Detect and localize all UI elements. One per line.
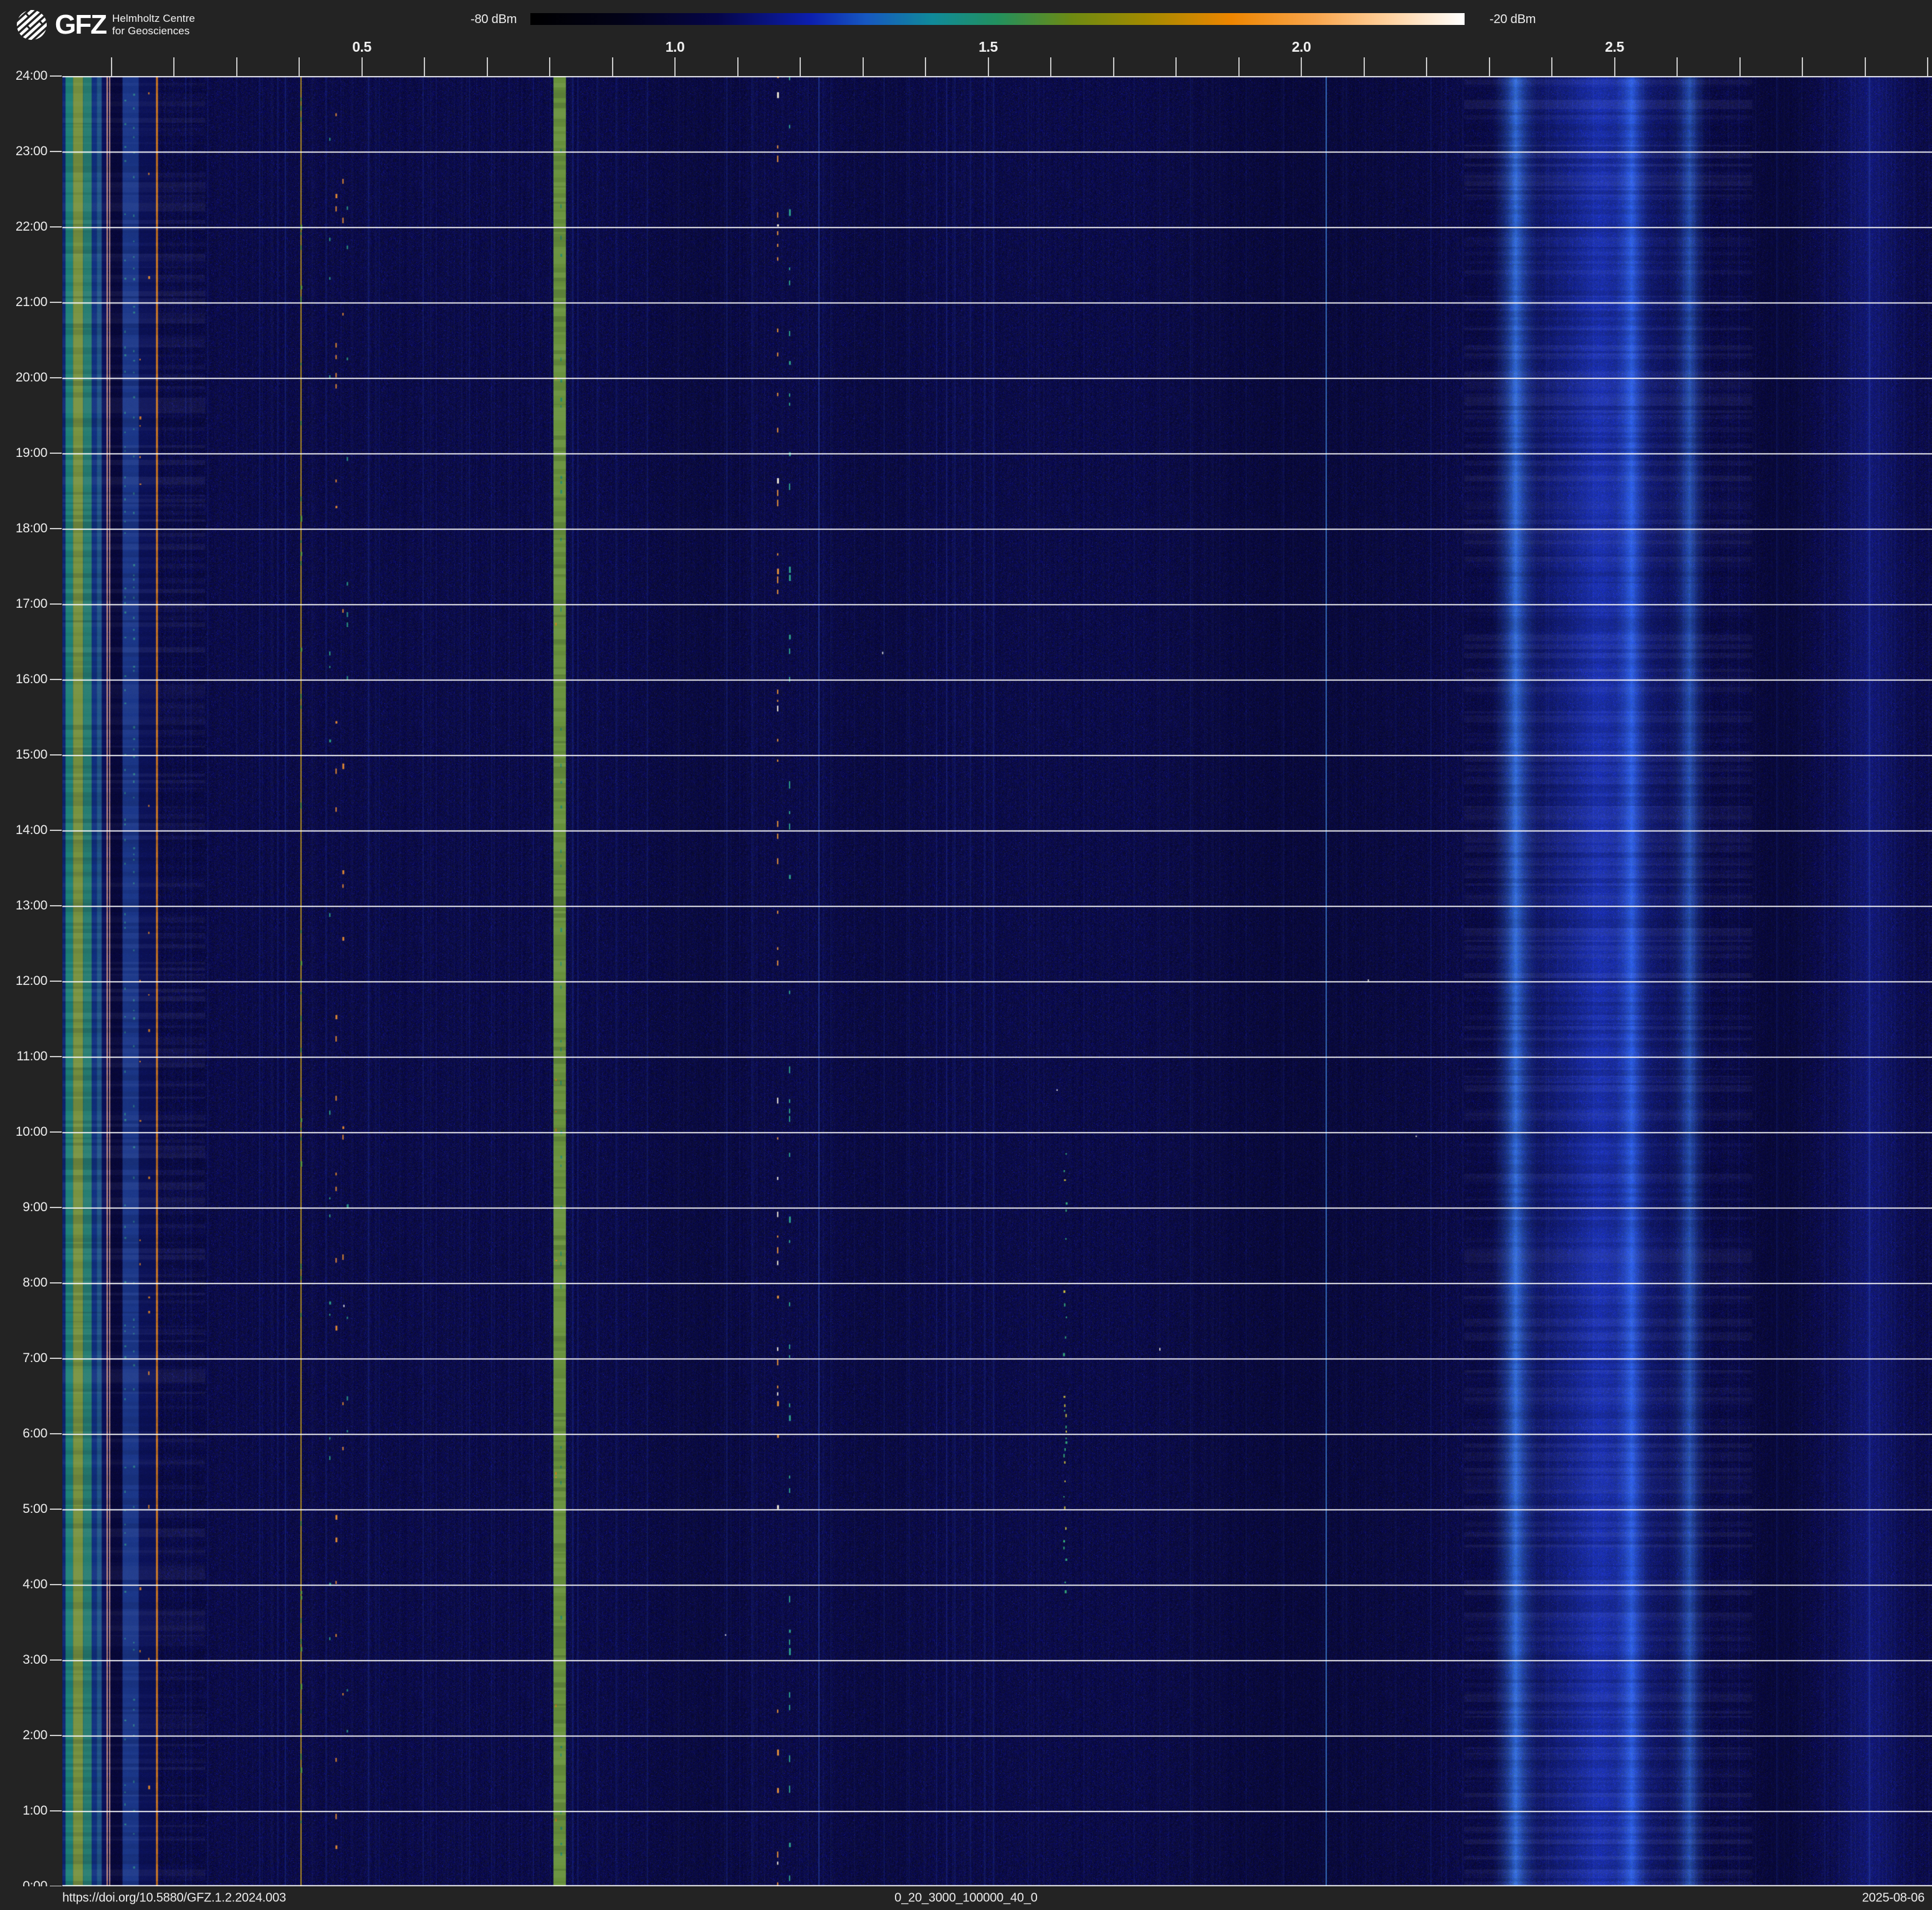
spectrogram-page: GFZ Helmholtz Centre for Geosciences -80… [0, 0, 1932, 1910]
time-tick-label: 4:00 [2, 1577, 47, 1592]
freq-minor-tick [1175, 57, 1177, 76]
dataset-id: 0_20_3000_100000_40_0 [894, 1891, 1037, 1906]
time-tick [50, 603, 62, 605]
time-tick-label: 23:00 [2, 144, 47, 159]
time-tick-label: 10:00 [2, 1125, 47, 1140]
colorbar-gradient [530, 13, 1465, 25]
logo-subtitle-line2: for Geosciences [112, 25, 189, 37]
time-tick-label: 9:00 [2, 1200, 47, 1215]
time-tick-label: 12:00 [2, 974, 47, 989]
freq-minor-tick [800, 57, 801, 76]
freq-minor-tick [925, 57, 926, 76]
logo-subtitle-line1: Helmholtz Centre [112, 12, 195, 24]
time-tick-label: 2:00 [2, 1728, 47, 1743]
time-tick-label: 18:00 [2, 521, 47, 536]
freq-tick-label: 0.5 [352, 39, 371, 55]
time-tick [50, 1810, 62, 1812]
time-tick [50, 151, 62, 152]
freq-minor-tick [1927, 57, 1928, 76]
time-tick-label: 19:00 [2, 446, 47, 461]
freq-minor-tick [1614, 57, 1615, 76]
freq-tick-label: 1.5 [978, 39, 997, 55]
freq-minor-tick [299, 57, 300, 76]
time-tick-label: 8:00 [2, 1275, 47, 1290]
time-tick [50, 981, 62, 982]
freq-minor-tick [173, 57, 175, 76]
time-tick [50, 679, 62, 680]
freq-minor-tick [1551, 57, 1552, 76]
colorbar-min-label: -80 dBm [471, 12, 517, 27]
time-tick [50, 1659, 62, 1661]
time-tick-label: 17:00 [2, 597, 47, 612]
spectrogram-canvas[interactable] [62, 76, 1932, 1886]
freq-minor-tick [612, 57, 613, 76]
time-tick [50, 377, 62, 378]
logo-org-text: GFZ [55, 11, 106, 39]
time-tick-label: 13:00 [2, 898, 47, 913]
time-tick [50, 226, 62, 228]
time-tick-label: 16:00 [2, 672, 47, 687]
freq-minor-tick [1676, 57, 1678, 76]
time-tick-label: 24:00 [2, 69, 47, 84]
freq-minor-tick [1802, 57, 1803, 76]
freq-minor-tick [737, 57, 739, 76]
time-tick [50, 1358, 62, 1359]
time-tick-label: 1:00 [2, 1803, 47, 1818]
time-tick-label: 6:00 [2, 1426, 47, 1441]
freq-minor-tick [1050, 57, 1051, 76]
time-tick [50, 1433, 62, 1434]
gfz-logo: GFZ Helmholtz Centre for Geosciences [16, 7, 195, 42]
time-tick [50, 302, 62, 303]
time-tick [50, 453, 62, 454]
time-tick [50, 1509, 62, 1510]
freq-tick-label: 2.5 [1605, 39, 1624, 55]
time-tick [50, 754, 62, 756]
freq-minor-tick [1739, 57, 1741, 76]
freq-minor-tick [1238, 57, 1240, 76]
freq-minor-tick [1489, 57, 1490, 76]
time-tick-label: 3:00 [2, 1653, 47, 1668]
freq-minor-tick [487, 57, 488, 76]
time-tick [50, 1056, 62, 1057]
time-tick [50, 1207, 62, 1208]
time-tick [50, 528, 62, 529]
freq-minor-tick [111, 57, 112, 76]
time-tick-label: 5:00 [2, 1502, 47, 1517]
time-tick-label: 22:00 [2, 219, 47, 234]
freq-minor-tick [424, 57, 425, 76]
doi-link[interactable]: https://doi.org/10.5880/GFZ.1.2.2024.003 [62, 1891, 286, 1906]
time-tick [50, 905, 62, 906]
time-tick-label: 7:00 [2, 1351, 47, 1366]
freq-minor-tick [674, 57, 676, 76]
freq-minor-tick [549, 57, 550, 76]
date-label: 2025-08-06 [1862, 1891, 1925, 1906]
freq-minor-tick [1301, 57, 1302, 76]
freq-tick-label: 1.0 [666, 39, 684, 55]
freq-minor-tick [988, 57, 989, 76]
time-tick-label: 21:00 [2, 295, 47, 310]
time-tick-label: 15:00 [2, 747, 47, 762]
time-tick-label: 14:00 [2, 823, 47, 838]
freq-minor-tick [863, 57, 864, 76]
time-tick [50, 1735, 62, 1736]
time-tick [50, 75, 62, 77]
time-tick [50, 1131, 62, 1133]
freq-minor-tick [236, 57, 237, 76]
time-tick [50, 830, 62, 831]
footer: https://doi.org/10.5880/GFZ.1.2.2024.003… [0, 1886, 1932, 1910]
gfz-logo-icon [16, 9, 47, 41]
freq-minor-tick [1865, 57, 1866, 76]
logo-subtitle: Helmholtz Centre for Geosciences [112, 12, 195, 37]
freq-minor-tick [361, 57, 363, 76]
freq-minor-tick [1364, 57, 1365, 76]
freq-minor-tick [1113, 57, 1114, 76]
freq-minor-tick [1426, 57, 1427, 76]
time-tick-label: 20:00 [2, 370, 47, 385]
time-tick [50, 1282, 62, 1284]
colorbar-max-label: -20 dBm [1490, 12, 1536, 27]
time-tick [50, 1584, 62, 1585]
time-tick-label: 11:00 [2, 1049, 47, 1064]
freq-tick-label: 2.0 [1292, 39, 1311, 55]
